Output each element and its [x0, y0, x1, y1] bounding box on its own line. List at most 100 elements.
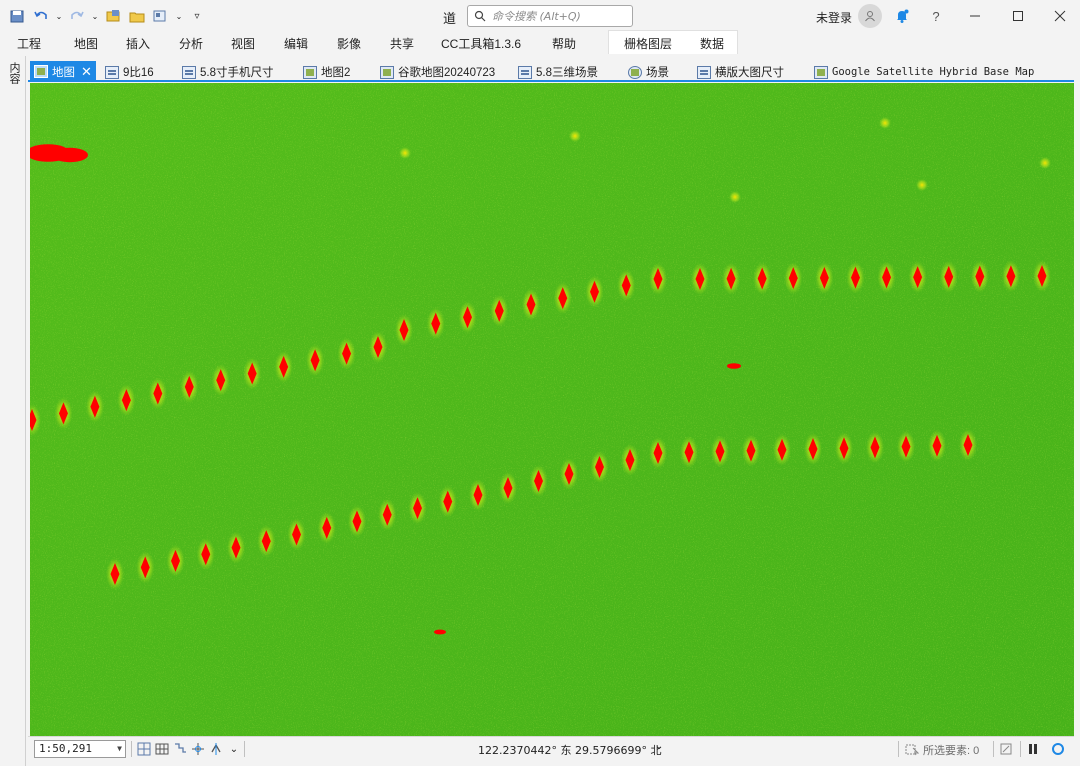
undo-dropdown-icon[interactable]: ⌄ [54, 6, 64, 26]
avatar[interactable] [858, 4, 882, 28]
redo-icon[interactable] [66, 6, 88, 26]
chevron-down-icon: ▼ [117, 744, 122, 753]
tab-label: Google Satellite Hybrid Base Map [832, 66, 1035, 78]
divider [898, 741, 899, 757]
menu-share[interactable]: 共享 [390, 35, 414, 52]
menu-project[interactable]: 工程 [17, 35, 41, 52]
close-window-icon[interactable] [1048, 5, 1072, 27]
refresh-icon[interactable] [1050, 741, 1066, 757]
map-scale-select[interactable]: 1:50,291 ▼ [34, 740, 126, 758]
customize-toolbar-icon[interactable]: ▿ [186, 6, 208, 26]
map-icon [303, 65, 317, 79]
layout-icon [518, 65, 532, 79]
contents-panel-label[interactable]: 内容 [6, 62, 22, 84]
ribbon-menu: 工程 地图 插入 分析 视图 编辑 影像 共享 CC工具箱1.3.6 帮助 栅格… [0, 32, 1080, 54]
sign-in-status[interactable]: 未登录 [816, 9, 852, 26]
raster-hotspot [727, 363, 741, 369]
menu-data[interactable]: 数据 [700, 35, 724, 52]
menu-analysis[interactable]: 分析 [179, 35, 203, 52]
layout-icon [182, 65, 196, 79]
status-bar: 1:50,291 ▼ ⌄ 122.2370442° 东 29.5796699° … [28, 736, 1074, 760]
coordinate-format-dropdown-icon[interactable]: ⌄ [655, 741, 663, 752]
menu-imagery[interactable]: 影像 [337, 35, 361, 52]
new-project-icon[interactable] [102, 6, 124, 26]
menu-insert[interactable]: 插入 [126, 35, 150, 52]
tab-label: 谷歌地图20240723 [398, 67, 496, 79]
tab-5-8-3d-scene[interactable]: 5.8三维场景 [518, 62, 598, 82]
layout-icon [105, 65, 119, 79]
search-placeholder: 命令搜索 (Alt+Q) [492, 10, 581, 23]
contents-panel: 内容 [0, 56, 26, 766]
map-view[interactable] [30, 83, 1074, 736]
raster-glow [879, 117, 891, 129]
raster-glow [399, 147, 411, 159]
redo-dropdown-icon[interactable]: ⌄ [90, 6, 100, 26]
globe-icon [628, 65, 642, 79]
chevron-down-icon[interactable]: ⌄ [226, 741, 242, 757]
help-icon[interactable]: ? [924, 5, 948, 27]
open-project-icon[interactable] [126, 6, 148, 26]
grid-toggle-icon[interactable] [136, 741, 152, 757]
scale-value: 1:50,291 [39, 742, 92, 755]
layout-icon [697, 65, 711, 79]
tab-5-8-phone[interactable]: 5.8寸手机尺寸 [182, 62, 274, 82]
undo-icon[interactable] [30, 6, 52, 26]
raster-glow [916, 179, 928, 191]
command-search-input[interactable]: 命令搜索 (Alt+Q) [467, 5, 633, 27]
layout-options-icon[interactable] [150, 6, 172, 26]
selected-features-count: 0 [973, 745, 980, 757]
tab-label: 场景 [646, 67, 669, 79]
map-icon [380, 65, 394, 79]
divider [244, 741, 245, 757]
map-icon [34, 65, 48, 78]
snapping-icon[interactable] [172, 741, 188, 757]
tab-google-map-20240723[interactable]: 谷歌地图20240723 [380, 62, 495, 82]
tab-scene[interactable]: 场景 [628, 62, 669, 82]
tab-label: 5.8三维场景 [536, 67, 598, 79]
save-project-icon[interactable] [6, 6, 28, 26]
window-title: 道 [443, 11, 457, 26]
tab-9x16[interactable]: 9比16 [105, 62, 154, 82]
tab-label: 横版大图尺寸 [715, 67, 784, 79]
menu-map[interactable]: 地图 [74, 35, 98, 52]
menu-cc-toolbox[interactable]: CC工具箱1.3.6 [441, 35, 521, 52]
pause-drawing-icon[interactable] [1025, 741, 1041, 757]
tab-label: 9比16 [123, 67, 154, 79]
tab-map2[interactable]: 地图2 [303, 62, 350, 82]
tab-google-satellite[interactable]: Google Satellite Hybrid Base Map [814, 62, 1034, 82]
maximize-icon[interactable] [1006, 5, 1030, 27]
notification-bell-icon[interactable] [890, 5, 914, 27]
menu-help[interactable]: 帮助 [552, 35, 576, 52]
quick-access-toolbar: ⌄ ⌄ ⌄ ▿ [6, 6, 208, 26]
selection-icon[interactable] [904, 741, 920, 757]
user-icon [865, 11, 875, 22]
map-icon [814, 65, 828, 79]
tab-label: 5.8寸手机尺寸 [200, 67, 274, 79]
tab-label: 地图2 [321, 67, 351, 79]
view-tab-strip: 地图 ✕ 9比16 5.8寸手机尺寸 地图2 谷歌地图20240723 5.8三… [28, 60, 1074, 82]
raster-glow [729, 191, 741, 203]
clear-selection-icon[interactable] [998, 741, 1014, 757]
menu-raster-layer[interactable]: 栅格图层 [624, 35, 672, 52]
menu-edit[interactable]: 编辑 [284, 35, 308, 52]
crosshair-icon[interactable] [190, 741, 206, 757]
selected-features-text: 所选要素: [923, 745, 971, 757]
menu-view[interactable]: 视图 [231, 35, 255, 52]
tab-landscape-large[interactable]: 横版大图尺寸 [697, 62, 784, 82]
raster-hotspot [52, 147, 88, 163]
tab-map[interactable]: 地图 ✕ [30, 61, 96, 82]
layout-dropdown-icon[interactable]: ⌄ [174, 6, 184, 26]
minimize-icon[interactable] [963, 5, 987, 27]
divider [131, 741, 132, 757]
search-icon [474, 10, 486, 22]
rotate-view-icon[interactable] [208, 741, 224, 757]
divider [993, 741, 994, 757]
title-bar: ⌄ ⌄ ⌄ ▿ 道 命令搜索 (Alt+Q) 未登录 ? [0, 0, 1080, 32]
close-tab-icon[interactable]: ✕ [81, 64, 92, 80]
table-grid-icon[interactable] [154, 741, 170, 757]
raster-glow [569, 130, 581, 142]
raster-layer [30, 83, 1074, 736]
raster-hotspot [434, 629, 446, 635]
raster-glow [1039, 157, 1051, 169]
tab-label: 地图 [52, 66, 75, 79]
